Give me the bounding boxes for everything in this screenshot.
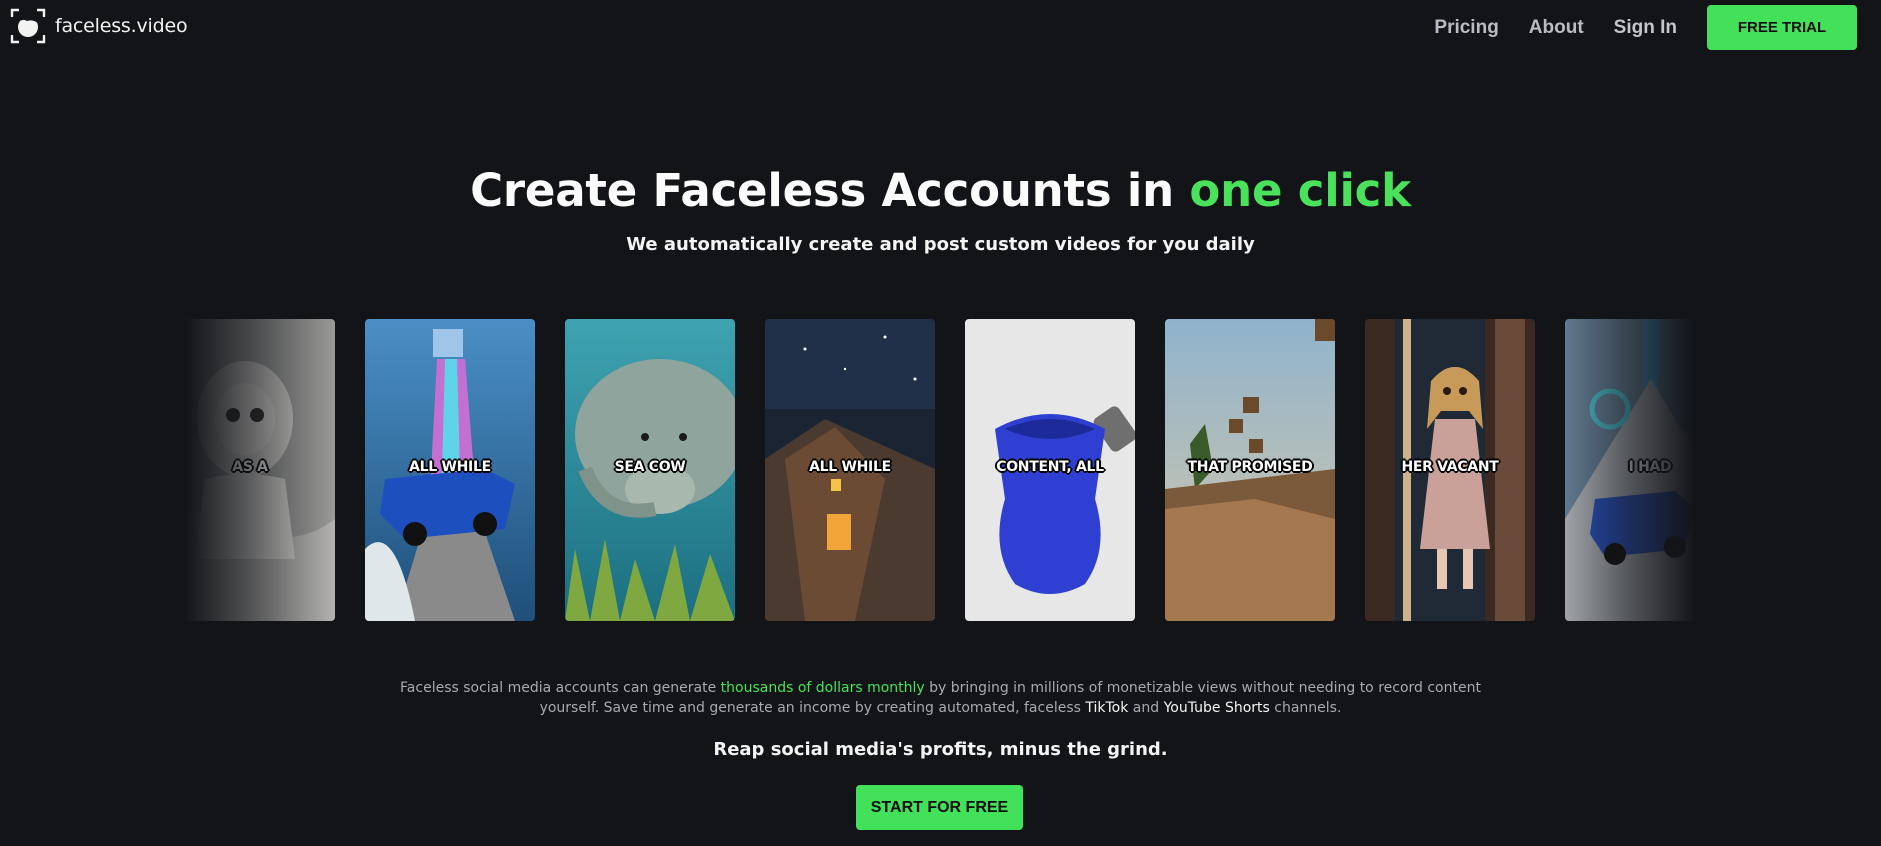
- top-navbar: faceless.video Pricing About Sign In FRE…: [0, 0, 1881, 52]
- video-card[interactable]: AS A: [185, 319, 335, 621]
- video-caption: ALL WHILE: [409, 459, 491, 475]
- nav-about-link[interactable]: About: [1529, 17, 1584, 39]
- desc-and: and: [1128, 700, 1164, 716]
- video-caption: CONTENT, ALL: [996, 459, 1104, 475]
- face-logo-icon: [10, 8, 46, 44]
- desc-part1: Faceless social media accounts can gener…: [400, 680, 721, 696]
- brand-logo[interactable]: faceless.video: [10, 8, 188, 44]
- desc-tiktok: TikTok: [1085, 700, 1129, 716]
- desc-highlight: thousands of dollars monthly: [720, 680, 925, 696]
- video-caption: ALL WHILE: [809, 459, 891, 475]
- video-caption: SEA COW: [614, 459, 686, 475]
- video-card[interactable]: HER VACANT: [1365, 319, 1535, 621]
- desc-youtube: YouTube Shorts: [1163, 700, 1270, 716]
- video-carousel: AS A ALL WHILE SEA COW ALL WHILE CONTENT…: [185, 319, 1695, 621]
- nav-links: Pricing About Sign In FREE TRIAL: [1434, 5, 1857, 50]
- hero-subtitle: We automatically create and post custom …: [626, 234, 1255, 255]
- video-card[interactable]: I HAD: [1565, 319, 1695, 621]
- video-caption: I HAD: [1628, 459, 1672, 475]
- hero-title: Create Faceless Accounts in one click: [0, 164, 1881, 217]
- video-caption: AS A: [232, 459, 268, 475]
- description-text: Faceless social media accounts can gener…: [370, 678, 1511, 718]
- brand-name: faceless.video: [55, 15, 188, 37]
- hero-title-accent: one click: [1189, 164, 1411, 217]
- free-trial-button[interactable]: FREE TRIAL: [1707, 5, 1857, 50]
- nav-pricing-link[interactable]: Pricing: [1434, 17, 1498, 39]
- video-card[interactable]: ALL WHILE: [365, 319, 535, 621]
- tagline: Reap social media's profits, minus the g…: [713, 739, 1168, 760]
- hero-title-main: Create Faceless Accounts in: [470, 164, 1190, 217]
- start-for-free-button[interactable]: START FOR FREE: [856, 785, 1023, 830]
- desc-part3: channels.: [1269, 700, 1342, 716]
- video-card[interactable]: SEA COW: [565, 319, 735, 621]
- video-card[interactable]: ALL WHILE: [765, 319, 935, 621]
- nav-sign-in-link[interactable]: Sign In: [1614, 17, 1677, 39]
- video-card[interactable]: CONTENT, ALL: [965, 319, 1135, 621]
- video-caption: THAT PROMISED: [1187, 459, 1313, 475]
- video-caption: HER VACANT: [1401, 459, 1499, 475]
- video-card[interactable]: THAT PROMISED: [1165, 319, 1335, 621]
